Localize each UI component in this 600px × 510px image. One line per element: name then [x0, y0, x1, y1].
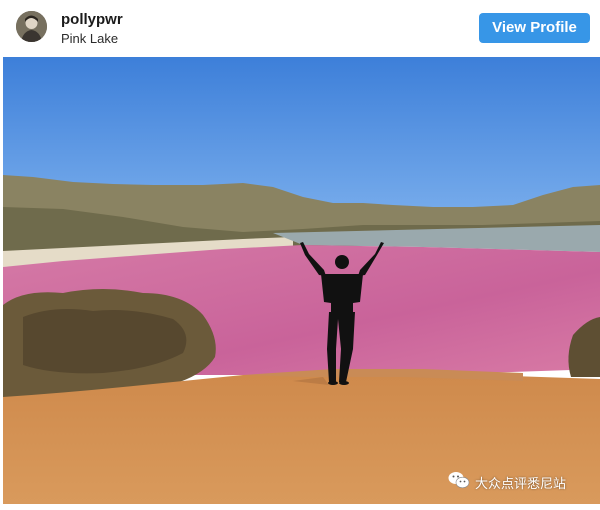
watermark: 大众点评悉尼站 — [448, 472, 566, 492]
wechat-icon — [448, 471, 470, 493]
view-profile-button[interactable]: View Profile — [479, 13, 590, 43]
location-tag[interactable]: Pink Lake — [61, 30, 123, 47]
post-header: pollypwr Pink Lake View Profile — [0, 0, 600, 56]
avatar[interactable] — [16, 11, 47, 42]
post-photo — [3, 57, 600, 504]
avatar-photo — [16, 11, 47, 42]
watermark-text: 大众点评悉尼站 — [475, 476, 567, 492]
pink-lake-photo — [3, 57, 600, 504]
username[interactable]: pollypwr — [61, 11, 123, 29]
